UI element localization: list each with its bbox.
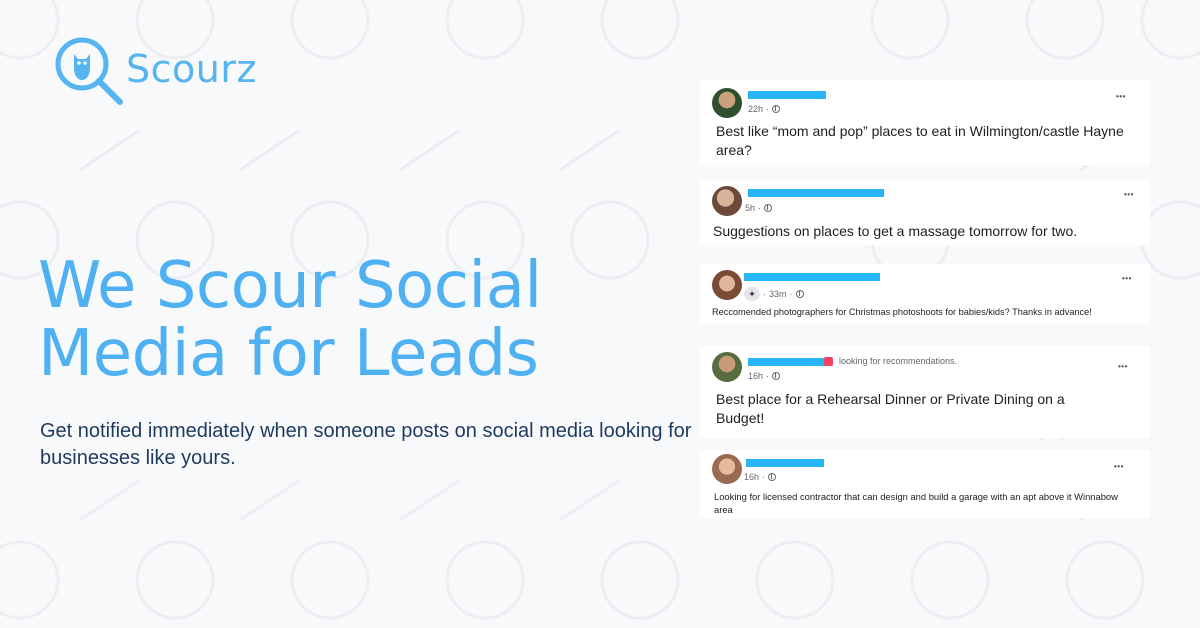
meta-separator: ·	[763, 289, 766, 299]
headline-line-2: Media for Leads	[38, 317, 539, 391]
post-meta: 5h ·	[745, 203, 773, 213]
post-time: 33m	[769, 289, 787, 299]
post-context: looking for recommendations.	[824, 356, 957, 366]
post-time: 5h	[745, 203, 756, 213]
brand-logo[interactable]: Scourz	[52, 36, 257, 108]
social-post[interactable]: 16h · ••• Looking for licensed contracto…	[700, 450, 1150, 518]
brand-name: Scourz	[126, 47, 257, 91]
post-meta: 16h ·	[748, 371, 781, 381]
avatar	[712, 352, 742, 382]
more-options-icon[interactable]: •••	[1114, 462, 1124, 471]
post-text: Best place for a Rehearsal Dinner or Pri…	[716, 391, 1065, 426]
post-time: 16h	[748, 371, 764, 381]
social-post[interactable]: looking for recommendations. 16h · ••• B…	[700, 346, 1150, 438]
avatar	[712, 88, 742, 118]
post-meta: 22h ·	[748, 104, 781, 114]
avatar	[712, 270, 742, 300]
globe-icon	[768, 473, 777, 481]
more-options-icon[interactable]: •••	[1116, 92, 1126, 101]
owl-magnifier-icon	[55, 37, 123, 105]
social-post[interactable]: ✦ · 33m · ••• Reccomended photographers …	[700, 264, 1150, 324]
more-options-icon[interactable]: •••	[1118, 362, 1128, 371]
post-time: 22h	[748, 104, 764, 114]
post-meta: 16h ·	[744, 472, 777, 482]
meta-separator: ·	[766, 104, 770, 114]
tag-icon	[824, 356, 833, 366]
redacted-username	[744, 273, 880, 281]
social-post[interactable]: 22h · ••• Best like “mom and pop” places…	[700, 80, 1150, 165]
post-meta: ✦ · 33m ·	[744, 287, 804, 301]
hero-subtext: Get notified immediately when someone po…	[40, 420, 692, 469]
post-text: Looking for licensed contractor that can…	[714, 491, 1118, 515]
post-context-text: looking for recommendations.	[839, 356, 958, 366]
avatar	[712, 454, 742, 484]
post-text: Suggestions on places to get a massage t…	[713, 223, 1078, 239]
meta-separator: ·	[758, 203, 762, 213]
globe-icon	[795, 290, 804, 298]
post-text: Reccomended photographers for Christmas …	[712, 307, 1092, 317]
more-options-icon[interactable]: •••	[1124, 190, 1134, 199]
more-options-icon[interactable]: •••	[1122, 274, 1132, 283]
globe-icon	[764, 204, 773, 212]
meta-separator: ·	[789, 289, 793, 299]
redacted-username	[746, 459, 824, 467]
social-post[interactable]: 5h · ••• Suggestions on places to get a …	[700, 180, 1150, 245]
post-text: Best like “mom and pop” places to eat in…	[716, 123, 1124, 158]
post-time: 16h	[744, 472, 760, 482]
redacted-username	[748, 358, 826, 366]
headline-line-1: We Scour Social	[38, 249, 542, 323]
meta-separator: ·	[766, 371, 770, 381]
redacted-username	[748, 91, 826, 99]
avatar	[712, 186, 742, 216]
social-posts-collage: 22h · ••• Best like “mom and pop” places…	[700, 80, 1150, 520]
globe-icon	[772, 372, 781, 380]
meta-separator: ·	[762, 472, 766, 482]
redacted-username	[748, 189, 884, 197]
globe-icon	[772, 105, 781, 113]
hero-headline: We Scour Social Media for Leads	[38, 252, 678, 388]
group-badge-icon: ✦	[744, 287, 760, 301]
